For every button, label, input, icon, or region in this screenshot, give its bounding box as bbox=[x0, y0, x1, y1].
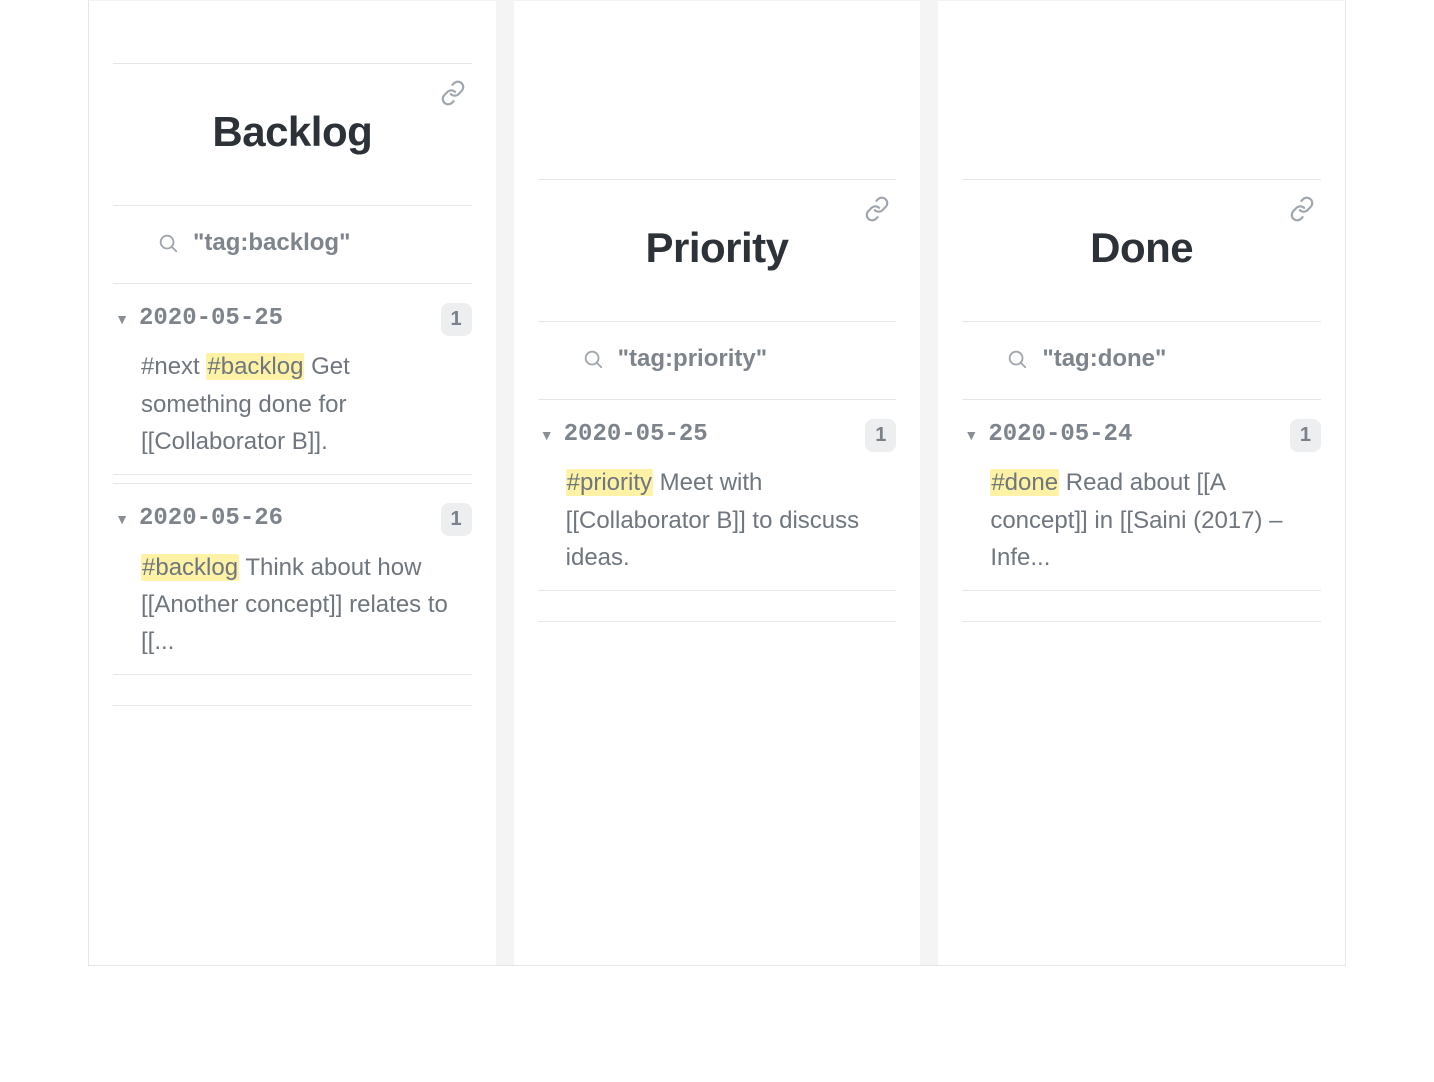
result-note[interactable]: #done Read about [[A concept]] in [[Sain… bbox=[962, 458, 1321, 576]
search-icon bbox=[157, 232, 179, 254]
search-query-text: "tag:backlog" bbox=[193, 226, 350, 261]
link-icon[interactable] bbox=[864, 196, 890, 222]
result-note[interactable]: #backlog Think about how [[Another conce… bbox=[113, 543, 472, 661]
result-group-header[interactable]: ▼ 2020-05-25 1 bbox=[538, 410, 897, 459]
link-icon[interactable] bbox=[440, 80, 466, 106]
search-icon bbox=[582, 348, 604, 370]
column-title: Backlog bbox=[212, 64, 372, 195]
kanban-board: Backlog "tag:backlog" ▼ 2020-05-25 1 #ne… bbox=[88, 0, 1346, 966]
result-note[interactable]: #priority Meet with [[Collaborator B]] t… bbox=[538, 458, 897, 576]
result-count-badge: 1 bbox=[1290, 419, 1321, 452]
column-title: Done bbox=[1090, 180, 1193, 311]
tag-highlight: #priority bbox=[566, 469, 653, 496]
group-date: 2020-05-25 bbox=[139, 302, 433, 337]
result-group: ▼ 2020-05-25 1 #next #backlog Get someth… bbox=[113, 283, 472, 475]
column-header: Done bbox=[962, 179, 1321, 321]
divider bbox=[962, 621, 1321, 622]
result-count-badge: 1 bbox=[441, 503, 472, 536]
link-icon[interactable] bbox=[1289, 196, 1315, 222]
result-group: ▼ 2020-05-24 1 #done Read about [[A conc… bbox=[962, 399, 1321, 591]
chevron-down-icon: ▼ bbox=[113, 509, 131, 529]
column-done: Done "tag:done" ▼ 2020-05-24 1 #done Rea… bbox=[938, 1, 1345, 965]
note-text-pre: #next bbox=[141, 353, 206, 380]
result-count-badge: 1 bbox=[865, 419, 896, 452]
chevron-down-icon: ▼ bbox=[113, 309, 131, 329]
column-header: Priority bbox=[538, 179, 897, 321]
group-date: 2020-05-25 bbox=[564, 418, 858, 453]
column-header: Backlog bbox=[113, 63, 472, 205]
search-query-row[interactable]: "tag:backlog" bbox=[113, 205, 472, 275]
column-title: Priority bbox=[645, 180, 788, 311]
search-icon bbox=[1006, 348, 1028, 370]
tag-highlight: #backlog bbox=[141, 554, 239, 581]
divider bbox=[538, 621, 897, 622]
tag-highlight: #backlog bbox=[206, 353, 304, 380]
search-query-text: "tag:priority" bbox=[618, 342, 767, 377]
chevron-down-icon: ▼ bbox=[962, 425, 980, 445]
result-group: ▼ 2020-05-26 1 #backlog Think about how … bbox=[113, 483, 472, 675]
search-query-text: "tag:done" bbox=[1042, 342, 1166, 377]
column-backlog: Backlog "tag:backlog" ▼ 2020-05-25 1 #ne… bbox=[89, 1, 496, 965]
group-date: 2020-05-26 bbox=[139, 502, 433, 537]
divider bbox=[113, 705, 472, 706]
search-query-row[interactable]: "tag:done" bbox=[962, 321, 1321, 391]
result-group: ▼ 2020-05-25 1 #priority Meet with [[Col… bbox=[538, 399, 897, 591]
chevron-down-icon: ▼ bbox=[538, 425, 556, 445]
column-priority: Priority "tag:priority" ▼ 2020-05-25 1 #… bbox=[514, 1, 921, 965]
result-count-badge: 1 bbox=[441, 303, 472, 336]
result-group-header[interactable]: ▼ 2020-05-25 1 bbox=[113, 294, 472, 343]
result-group-header[interactable]: ▼ 2020-05-26 1 bbox=[113, 494, 472, 543]
group-date: 2020-05-24 bbox=[988, 418, 1282, 453]
search-query-row[interactable]: "tag:priority" bbox=[538, 321, 897, 391]
tag-highlight: #done bbox=[990, 469, 1059, 496]
result-group-header[interactable]: ▼ 2020-05-24 1 bbox=[962, 410, 1321, 459]
result-note[interactable]: #next #backlog Get something done for [[… bbox=[113, 342, 472, 460]
